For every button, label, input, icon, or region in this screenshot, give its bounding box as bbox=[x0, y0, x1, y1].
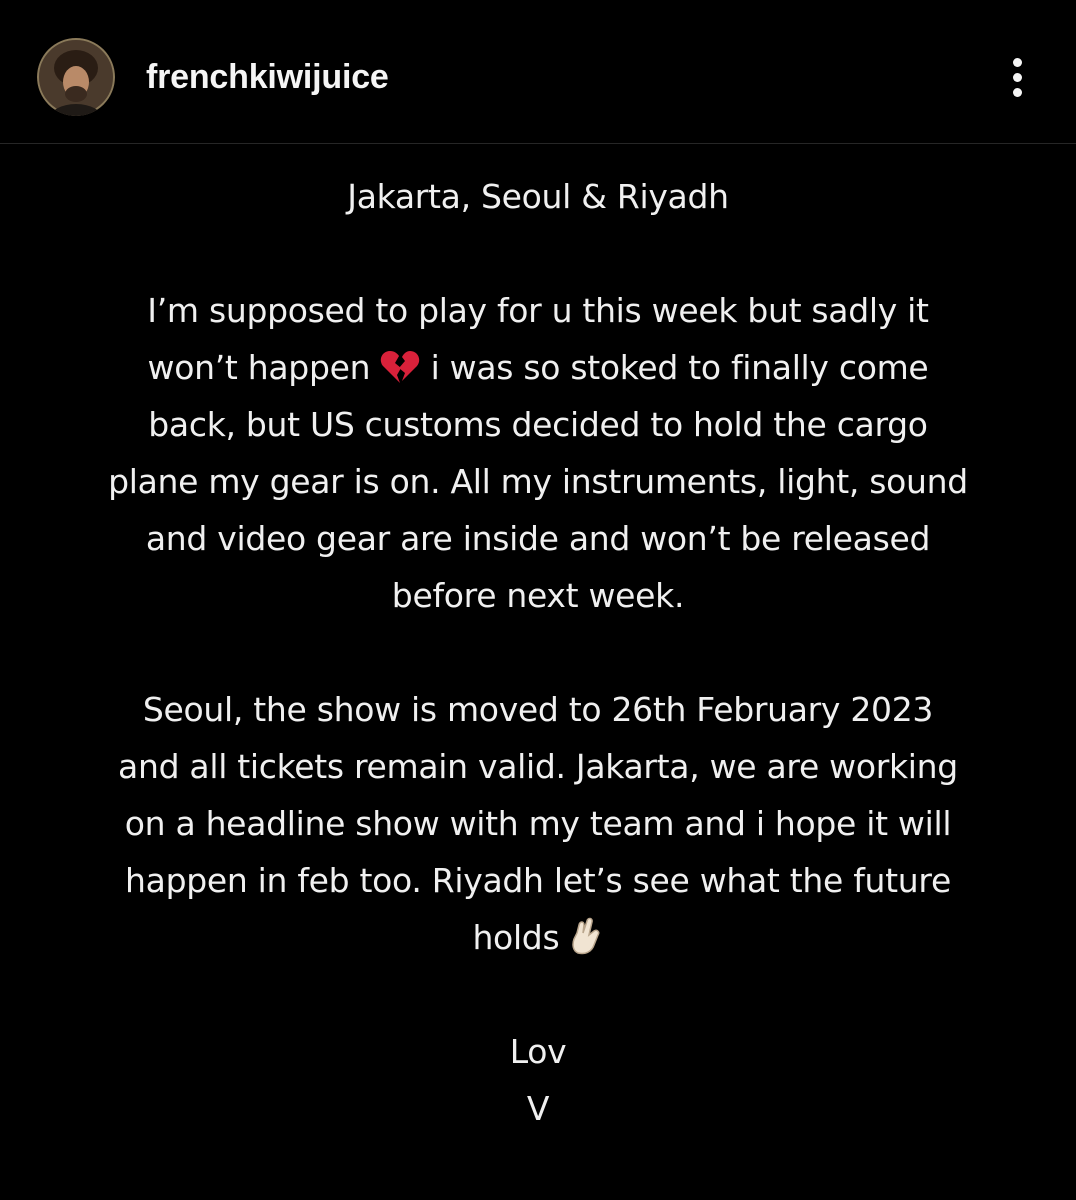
more-dot-icon bbox=[1013, 88, 1022, 97]
caption-line: and video gear are inside and won’t be r… bbox=[145, 519, 931, 558]
caption-line: before next week. bbox=[391, 576, 685, 615]
more-dot-icon bbox=[1013, 58, 1022, 67]
caption-line: happen in feb too. Riyadh let’s see what… bbox=[125, 861, 951, 900]
caption-line: back, but US customs decided to hold the… bbox=[148, 405, 928, 444]
profile-photo-icon bbox=[37, 38, 115, 116]
signoff-line: Lov bbox=[509, 1032, 567, 1071]
caption-text: i was so stoked to finally come bbox=[430, 348, 929, 387]
caption-text: holds bbox=[472, 918, 560, 957]
post-caption: Jakarta, Seoul & Riyadh I’m supposed to … bbox=[0, 168, 1076, 1137]
signoff-line: V bbox=[526, 1089, 550, 1128]
broken-heart-icon bbox=[380, 345, 420, 402]
more-dot-icon bbox=[1013, 73, 1022, 82]
post-title: Jakarta, Seoul & Riyadh bbox=[347, 177, 729, 216]
username[interactable]: frenchkiwijuice bbox=[146, 57, 389, 97]
caption-line: I’m supposed to play for u this week but… bbox=[147, 291, 929, 330]
caption-line: plane my gear is on. All my instruments,… bbox=[108, 462, 968, 501]
crossed-fingers-icon bbox=[570, 915, 604, 972]
caption-line: won’t happen i was so stoked to finally … bbox=[0, 339, 1076, 396]
more-options-button[interactable] bbox=[1000, 52, 1036, 104]
post-header: frenchkiwijuice bbox=[0, 0, 1076, 144]
caption-line: Seoul, the show is moved to 26th Februar… bbox=[142, 690, 934, 729]
caption-line: holds bbox=[0, 909, 1076, 966]
avatar[interactable] bbox=[37, 38, 115, 116]
caption-line: and all tickets remain valid. Jakarta, w… bbox=[118, 747, 958, 786]
caption-text: won’t happen bbox=[147, 348, 371, 387]
caption-line: on a headline show with my team and i ho… bbox=[124, 804, 952, 843]
